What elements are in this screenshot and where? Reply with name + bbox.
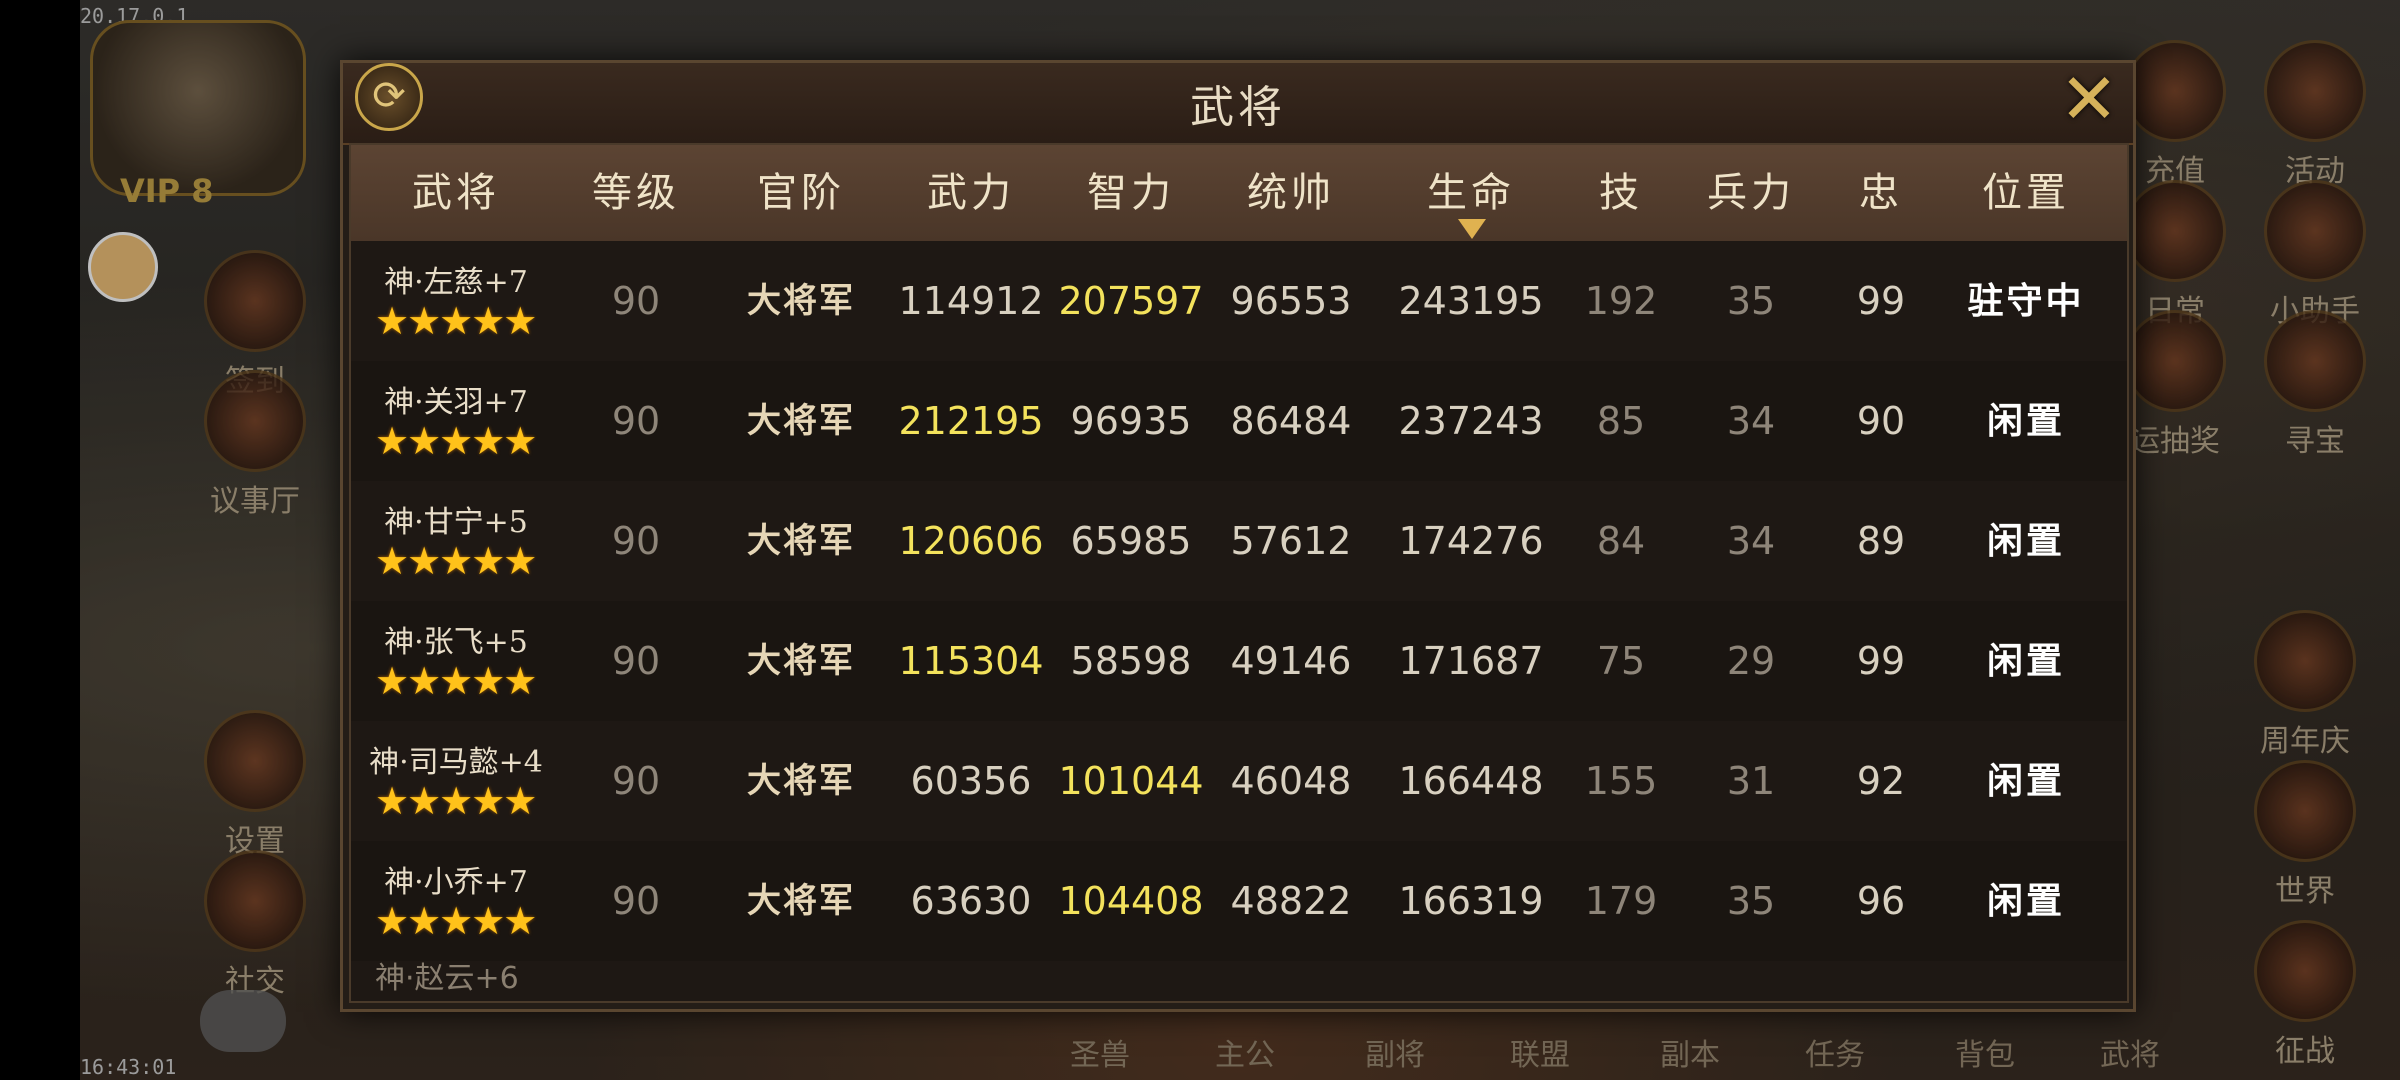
col-header-troops[interactable]: 兵力 xyxy=(1671,145,1831,241)
cell-position[interactable]: 闲置 xyxy=(1931,361,2121,481)
cell-hp: 174276 xyxy=(1398,519,1544,563)
cell-position[interactable]: 闲置 xyxy=(1931,721,2121,841)
cell-rank: 大将军 xyxy=(747,281,855,321)
cell-level: 90 xyxy=(611,519,661,563)
cell-intellect: 207597 xyxy=(1058,279,1204,323)
cell-troops: 35 xyxy=(1726,279,1776,323)
cell-intellect: 96935 xyxy=(1070,399,1192,443)
cell-force: 63630 xyxy=(910,879,1032,923)
table-body: 神·左慈+7 ★★★★★ 90 大将军 114912 207597 96553 243195 1… xyxy=(351,241,2127,963)
cell-hp: 243195 xyxy=(1398,279,1544,323)
cell-rank: 大将军 xyxy=(747,401,855,441)
star-rating-icon: ★★★★★ xyxy=(375,659,537,703)
cell-general-name: 神·甘宁+5 xyxy=(384,505,528,540)
cell-skill: 84 xyxy=(1596,519,1646,563)
partial-row: 神·赵云+6 xyxy=(351,961,2127,1001)
cell-intellect: 104408 xyxy=(1058,879,1204,923)
cell-loyalty: 96 xyxy=(1856,879,1906,923)
cell-level: 90 xyxy=(611,759,661,803)
cell-troops: 31 xyxy=(1726,759,1776,803)
col-header-rank[interactable]: 官阶 xyxy=(711,145,891,241)
cell-skill: 85 xyxy=(1596,399,1646,443)
cell-command: 96553 xyxy=(1230,279,1352,323)
cell-rank: 大将军 xyxy=(747,881,855,921)
col-header-intellect[interactable]: 智力 xyxy=(1051,145,1211,241)
star-rating-icon: ★★★★★ xyxy=(375,419,537,463)
cell-command: 86484 xyxy=(1230,399,1352,443)
cell-position[interactable]: 闲置 xyxy=(1931,601,2121,721)
dialog-title: 武将 xyxy=(1190,82,1286,133)
cell-skill: 75 xyxy=(1596,639,1646,683)
cell-command: 49146 xyxy=(1230,639,1352,683)
cell-general-name: 神·司马懿+4 xyxy=(369,745,543,780)
col-header-loyalty[interactable]: 忠 xyxy=(1831,145,1931,241)
cell-position[interactable]: 闲置 xyxy=(1931,841,2121,961)
cell-force: 120606 xyxy=(898,519,1044,563)
cell-intellect: 58598 xyxy=(1070,639,1192,683)
table-header: 武将 等级 官阶 武力 智力 统帅 生命 技 兵力 忠 位置 xyxy=(351,145,2127,243)
col-header-general[interactable]: 武将 xyxy=(351,145,561,241)
col-header-position[interactable]: 位置 xyxy=(1931,145,2121,241)
table-row[interactable]: 神·张飞+5 ★★★★★ 90 大将军 115304 58598 49146 171687 75… xyxy=(351,601,2127,723)
cell-loyalty: 99 xyxy=(1856,639,1906,683)
cell-loyalty: 89 xyxy=(1856,519,1906,563)
cell-general-name: 神·关羽+7 xyxy=(384,385,528,420)
col-header-command[interactable]: 统帅 xyxy=(1211,145,1371,241)
star-rating-icon: ★★★★★ xyxy=(375,899,537,943)
star-rating-icon: ★★★★★ xyxy=(375,539,537,583)
star-rating-icon: ★★★★★ xyxy=(375,299,537,343)
cell-level: 90 xyxy=(611,279,661,323)
cell-command: 57612 xyxy=(1230,519,1352,563)
cell-general-name: 神·小乔+7 xyxy=(384,865,528,900)
cell-hp: 166319 xyxy=(1398,879,1544,923)
cell-loyalty: 99 xyxy=(1856,279,1906,323)
cell-force: 115304 xyxy=(898,639,1044,683)
col-header-force[interactable]: 武力 xyxy=(891,145,1051,241)
col-header-level[interactable]: 等级 xyxy=(561,145,711,241)
cell-rank: 大将军 xyxy=(747,641,855,681)
cell-loyalty: 92 xyxy=(1856,759,1906,803)
cell-skill: 179 xyxy=(1584,879,1658,923)
cell-command: 46048 xyxy=(1230,759,1352,803)
cell-general-name: 神·左慈+7 xyxy=(384,265,528,300)
cell-general-name: 神·张飞+5 xyxy=(384,625,528,660)
cell-position[interactable]: 闲置 xyxy=(1931,481,2121,601)
cell-troops: 29 xyxy=(1726,639,1776,683)
cell-loyalty: 90 xyxy=(1856,399,1906,443)
cell-hp: 166448 xyxy=(1398,759,1544,803)
sort-desc-arrow-icon xyxy=(1458,219,1486,239)
generals-table: 武将 等级 官阶 武力 智力 统帅 生命 技 兵力 忠 位置 神·左慈+7 ★★★… xyxy=(349,143,2129,1003)
table-row[interactable]: 神·小乔+7 ★★★★★ 90 大将军 63630 104408 48822 166319 17… xyxy=(351,841,2127,963)
table-row[interactable]: 神·甘宁+5 ★★★★★ 90 大将军 120606 65985 57612 174276 84… xyxy=(351,481,2127,603)
cell-command: 48822 xyxy=(1230,879,1352,923)
cell-intellect: 101044 xyxy=(1058,759,1204,803)
cell-hp: 171687 xyxy=(1398,639,1544,683)
star-rating-icon: ★★★★★ xyxy=(375,779,537,823)
cell-intellect: 65985 xyxy=(1070,519,1192,563)
close-x-icon[interactable]: ✕ xyxy=(2055,64,2123,134)
col-header-skill[interactable]: 技 xyxy=(1571,145,1671,241)
cell-hp: 237243 xyxy=(1398,399,1544,443)
cell-troops: 35 xyxy=(1726,879,1776,923)
cell-position[interactable]: 驻守中 xyxy=(1931,241,2121,361)
cell-troops: 34 xyxy=(1726,519,1776,563)
cell-skill: 155 xyxy=(1584,759,1658,803)
cell-rank: 大将军 xyxy=(747,521,855,561)
table-row[interactable]: 神·司马懿+4 ★★★★★ 90 大将军 60356 101044 46048 166448 1… xyxy=(351,721,2127,843)
generals-dialog: ⟳ 武将 ✕ 武将 等级 官阶 武力 智力 统帅 生命 技 兵力 忠 位置 神·… xyxy=(340,60,2136,1012)
dialog-titlebar: ⟳ 武将 ✕ xyxy=(343,63,2133,145)
cell-force: 114912 xyxy=(898,279,1044,323)
table-row[interactable]: 神·关羽+7 ★★★★★ 90 大将军 212195 96935 86484 237243 85… xyxy=(351,361,2127,483)
cell-level: 90 xyxy=(611,399,661,443)
cell-level: 90 xyxy=(611,639,661,683)
cell-rank: 大将军 xyxy=(747,761,855,801)
cell-skill: 192 xyxy=(1584,279,1658,323)
table-row[interactable]: 神·左慈+7 ★★★★★ 90 大将军 114912 207597 96553 243195 1… xyxy=(351,241,2127,363)
cell-troops: 34 xyxy=(1726,399,1776,443)
cell-force: 212195 xyxy=(898,399,1044,443)
cell-force: 60356 xyxy=(910,759,1032,803)
cell-level: 90 xyxy=(611,879,661,923)
